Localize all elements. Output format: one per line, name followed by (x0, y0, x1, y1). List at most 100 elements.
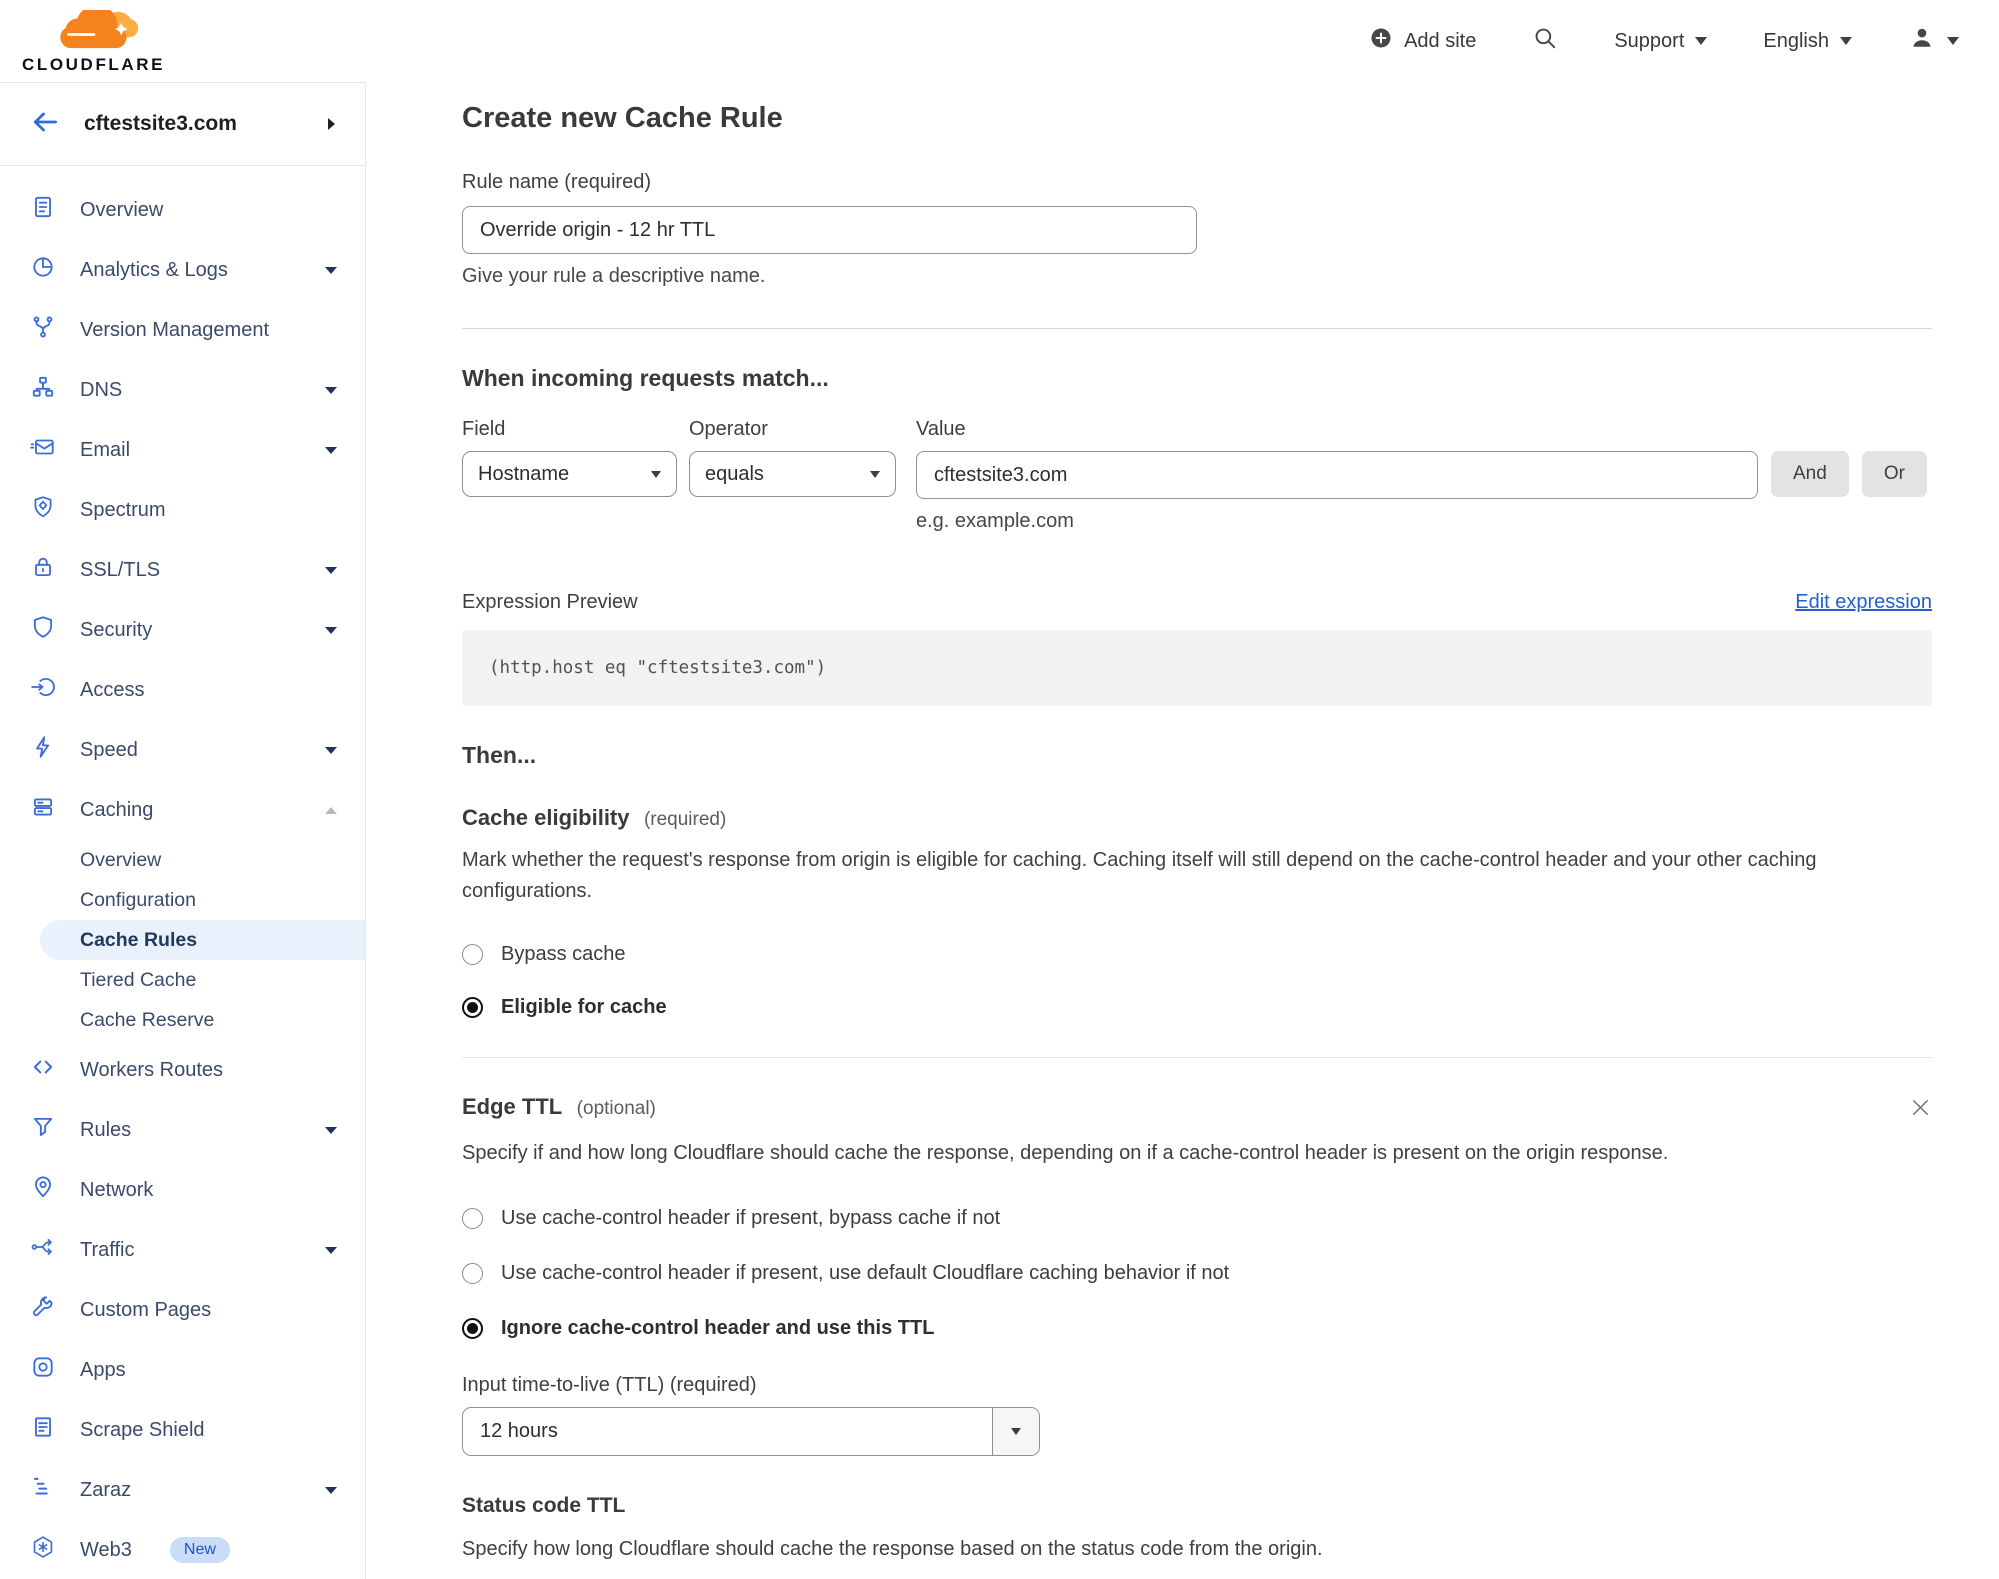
sidebar-item-traffic[interactable]: Traffic (0, 1220, 365, 1280)
then-heading: Then... (462, 742, 537, 768)
cloudflare-logo[interactable]: CLOUDFLARE (22, 4, 166, 74)
sidebar-nav: Overview Analytics & Logs Version Manage… (0, 166, 365, 1579)
chevron-down-icon (325, 1246, 337, 1254)
search-icon (1532, 25, 1558, 57)
share-split-icon (30, 1234, 56, 1266)
sidebar-item-rules[interactable]: Rules (0, 1100, 365, 1160)
required-tag: (required) (643, 809, 727, 830)
sidebar-item-version-management[interactable]: Version Management (0, 300, 365, 360)
chevron-down-icon (1840, 37, 1852, 45)
chevron-down-icon (1947, 37, 1959, 45)
sidebar-item-analytics-logs[interactable]: Analytics & Logs (0, 240, 365, 300)
sidebar-item-network[interactable]: Network (0, 1160, 365, 1220)
user-icon (1908, 24, 1936, 58)
account-menu[interactable] (1908, 24, 1959, 58)
sidebar-subitem-cache-reserve[interactable]: Cache Reserve (0, 1000, 365, 1040)
sidebar-item-spectrum[interactable]: Spectrum (0, 480, 365, 540)
pie-chart-icon (30, 254, 56, 286)
sidebar-item-dns[interactable]: DNS (0, 360, 365, 420)
server-stack-icon (30, 794, 56, 826)
chevron-down-icon (325, 566, 337, 574)
operator-select[interactable]: equals (689, 451, 896, 497)
field-label: Field (462, 418, 506, 440)
radio-unchecked-icon (462, 1208, 483, 1229)
add-site-button[interactable]: Add site (1369, 26, 1476, 56)
sidebar-item-caching[interactable]: Caching (0, 780, 365, 840)
status-code-ttl-heading: Status code TTL (462, 1494, 626, 1517)
site-header: cftestsite3.com (0, 83, 365, 166)
sidebar-subitem-cache-rules[interactable]: Cache Rules (40, 920, 365, 960)
operator-label: Operator (689, 418, 768, 440)
app-square-icon (30, 1354, 56, 1386)
search-button[interactable] (1532, 25, 1558, 57)
edit-expression-link[interactable]: Edit expression (1795, 591, 1932, 614)
edge-ttl-option-2-radio[interactable]: Use cache-control header if present, use… (462, 1262, 1932, 1285)
sidebar-item-speed[interactable]: Speed (0, 720, 365, 780)
clipboard-icon (30, 194, 56, 226)
rule-name-input[interactable] (462, 206, 1197, 254)
cache-eligibility-heading: Cache eligibility (462, 805, 630, 830)
or-button[interactable]: Or (1861, 451, 1927, 497)
chevron-down-icon (325, 1126, 337, 1134)
ttl-select[interactable]: 12 hours (462, 1407, 1040, 1456)
sidebar-subitem-caching-overview[interactable]: Overview (0, 840, 365, 880)
shield-icon (30, 614, 56, 646)
funnel-icon (30, 1114, 56, 1146)
support-menu[interactable]: Support (1614, 30, 1708, 53)
sidebar: cftestsite3.com Overview Analytics & Log… (0, 82, 366, 1579)
main-content: Create new Cache Rule Rule name (require… (366, 82, 1999, 1579)
divider (462, 1057, 1932, 1058)
sidebar-item-scrape-shield[interactable]: Scrape Shield (0, 1400, 365, 1460)
sidebar-item-security[interactable]: Security (0, 600, 365, 660)
value-label: Value (916, 418, 966, 440)
radio-unchecked-icon (462, 1263, 483, 1284)
chevron-down-icon (1011, 1428, 1021, 1435)
hexagon-icon (30, 1534, 56, 1566)
sidebar-item-workers-routes[interactable]: Workers Routes (0, 1040, 365, 1100)
edge-ttl-heading: Edge TTL (462, 1094, 563, 1119)
close-icon[interactable] (1909, 1096, 1932, 1124)
divider (462, 328, 1932, 329)
sidebar-item-zaraz[interactable]: Zaraz (0, 1460, 365, 1520)
expression-header: Expression Preview Edit expression (462, 591, 1932, 614)
chevron-down-icon (325, 386, 337, 394)
chevron-down-icon (325, 266, 337, 274)
field-select[interactable]: Hostname (462, 451, 677, 497)
match-row: Field Hostname Operator equals Value e.g… (462, 418, 1932, 533)
expression-code: (http.host eq "cftestsite3.com") (462, 630, 1932, 706)
and-button[interactable]: And (1771, 451, 1849, 497)
chevron-up-icon (325, 806, 337, 814)
radio-checked-icon (462, 1318, 483, 1339)
cloudflare-wordmark: CLOUDFLARE (22, 54, 166, 74)
sidebar-item-web3[interactable]: Web3 New (0, 1520, 365, 1579)
page-title: Create new Cache Rule (462, 102, 783, 134)
ttl-dropdown-button[interactable] (992, 1408, 1039, 1455)
sidebar-item-overview[interactable]: Overview (0, 180, 365, 240)
radio-unchecked-icon (462, 944, 483, 965)
chevron-down-icon (325, 1486, 337, 1494)
edge-ttl-option-3-radio[interactable]: Ignore cache-control header and use this… (462, 1317, 1932, 1340)
document-lines-icon (30, 1414, 56, 1446)
sidebar-item-ssl-tls[interactable]: SSL/TLS (0, 540, 365, 600)
optional-tag: (optional) (576, 1098, 656, 1119)
new-badge: New (169, 1537, 230, 1563)
sidebar-item-email[interactable]: Email (0, 420, 365, 480)
sidebar-item-apps[interactable]: Apps (0, 1340, 365, 1400)
sidebar-item-custom-pages[interactable]: Custom Pages (0, 1280, 365, 1340)
site-name[interactable]: cftestsite3.com (84, 112, 237, 136)
edge-ttl-option-1-radio[interactable]: Use cache-control header if present, byp… (462, 1207, 1932, 1230)
value-input[interactable] (916, 451, 1758, 499)
sidebar-item-access[interactable]: Access (0, 660, 365, 720)
eligible-for-cache-radio[interactable]: Eligible for cache (462, 996, 1932, 1019)
back-arrow-icon[interactable] (30, 107, 60, 142)
sidebar-subitem-tiered-cache[interactable]: Tiered Cache (0, 960, 365, 1000)
lightning-icon (30, 734, 56, 766)
padlock-icon (30, 554, 56, 586)
language-menu[interactable]: English (1763, 30, 1852, 53)
sidebar-subitem-configuration[interactable]: Configuration (0, 880, 365, 920)
radio-checked-icon (462, 997, 483, 1018)
topbar-actions: Add site Support English (1369, 24, 1959, 58)
status-code-ttl-description: Specify how long Cloudflare should cache… (462, 1538, 1323, 1560)
bypass-cache-radio[interactable]: Bypass cache (462, 943, 1932, 966)
caret-right-icon[interactable] (328, 118, 335, 130)
